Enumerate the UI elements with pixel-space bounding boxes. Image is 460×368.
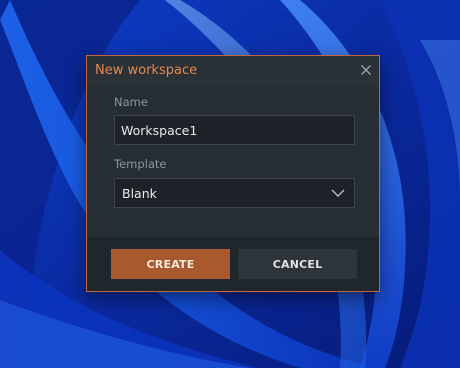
create-button[interactable]: CREATE <box>111 249 230 279</box>
name-input[interactable] <box>114 115 355 145</box>
template-select[interactable]: Blank <box>114 178 355 208</box>
name-label: Name <box>114 95 148 109</box>
close-button[interactable] <box>357 61 375 79</box>
chevron-down-icon <box>331 189 345 197</box>
dialog-title: New workspace <box>95 63 198 78</box>
close-icon <box>361 65 371 75</box>
template-label: Template <box>114 157 167 171</box>
desktop: New workspace Name Template Blank CREATE… <box>0 0 460 368</box>
cancel-button[interactable]: CANCEL <box>238 249 357 279</box>
dialog-header: New workspace <box>87 56 379 86</box>
dialog-footer: CREATE CANCEL <box>87 237 379 291</box>
template-select-value: Blank <box>122 186 157 201</box>
new-workspace-dialog: New workspace Name Template Blank CREATE… <box>86 55 380 292</box>
